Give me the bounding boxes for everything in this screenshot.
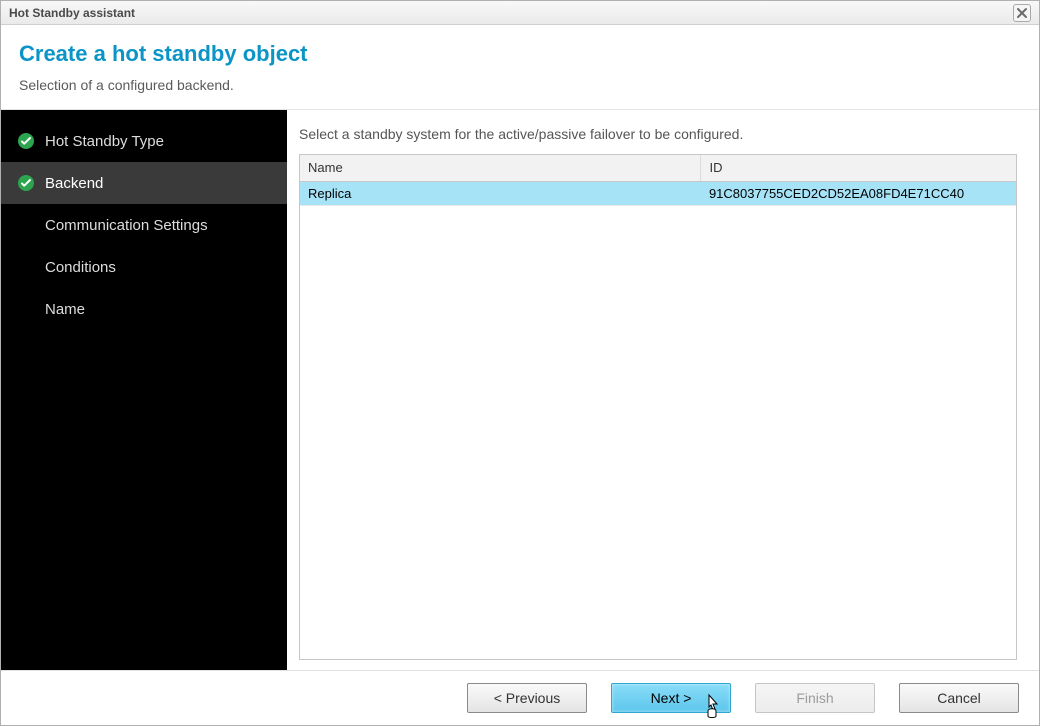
table-header-row: Name ID: [300, 155, 1016, 181]
sidebar-item-conditions[interactable]: Conditions: [1, 246, 287, 288]
systems-table: Name ID Replica 91C8037755CED2CD52EA08FD…: [300, 155, 1016, 206]
previous-button[interactable]: < Previous: [467, 683, 587, 713]
sidebar-item-backend[interactable]: Backend: [1, 162, 287, 204]
header: Create a hot standby object Selection of…: [1, 25, 1039, 110]
titlebar: Hot Standby assistant: [1, 1, 1039, 25]
cell-name: Replica: [300, 181, 701, 205]
content-panel: Select a standby system for the active/p…: [287, 110, 1039, 670]
sidebar-item-label: Communication Settings: [45, 217, 208, 234]
column-header-name[interactable]: Name: [300, 155, 701, 181]
page-title: Create a hot standby object: [19, 41, 1021, 67]
sidebar-item-label: Backend: [45, 175, 103, 192]
next-button[interactable]: Next >: [611, 683, 731, 713]
sidebar-item-communication-settings[interactable]: Communication Settings: [1, 204, 287, 246]
instructions-text: Select a standby system for the active/p…: [299, 126, 1017, 142]
cell-id: 91C8037755CED2CD52EA08FD4E71CC40: [701, 181, 1016, 205]
close-icon: [1016, 7, 1028, 19]
wizard-sidebar: Hot Standby Type Backend Communication S…: [1, 110, 287, 670]
finish-button: Finish: [755, 683, 875, 713]
sidebar-item-name[interactable]: Name: [1, 288, 287, 330]
body: Hot Standby Type Backend Communication S…: [1, 110, 1039, 670]
wizard-dialog: Hot Standby assistant Create a hot stand…: [0, 0, 1040, 726]
footer: < Previous Next > Finish Cancel: [1, 670, 1039, 725]
close-button[interactable]: [1013, 4, 1031, 22]
cancel-button[interactable]: Cancel: [899, 683, 1019, 713]
window-title: Hot Standby assistant: [9, 6, 135, 20]
table-row[interactable]: Replica 91C8037755CED2CD52EA08FD4E71CC40: [300, 181, 1016, 205]
page-subtitle: Selection of a configured backend.: [19, 77, 1021, 93]
sidebar-item-label: Name: [45, 301, 85, 318]
sidebar-item-hot-standby-type[interactable]: Hot Standby Type: [1, 120, 287, 162]
systems-table-container: Name ID Replica 91C8037755CED2CD52EA08FD…: [299, 154, 1017, 660]
check-icon: [17, 174, 35, 192]
column-header-id[interactable]: ID: [701, 155, 1016, 181]
cursor-icon: [702, 693, 724, 722]
sidebar-item-label: Conditions: [45, 259, 116, 276]
sidebar-item-label: Hot Standby Type: [45, 133, 164, 150]
check-icon: [17, 132, 35, 150]
